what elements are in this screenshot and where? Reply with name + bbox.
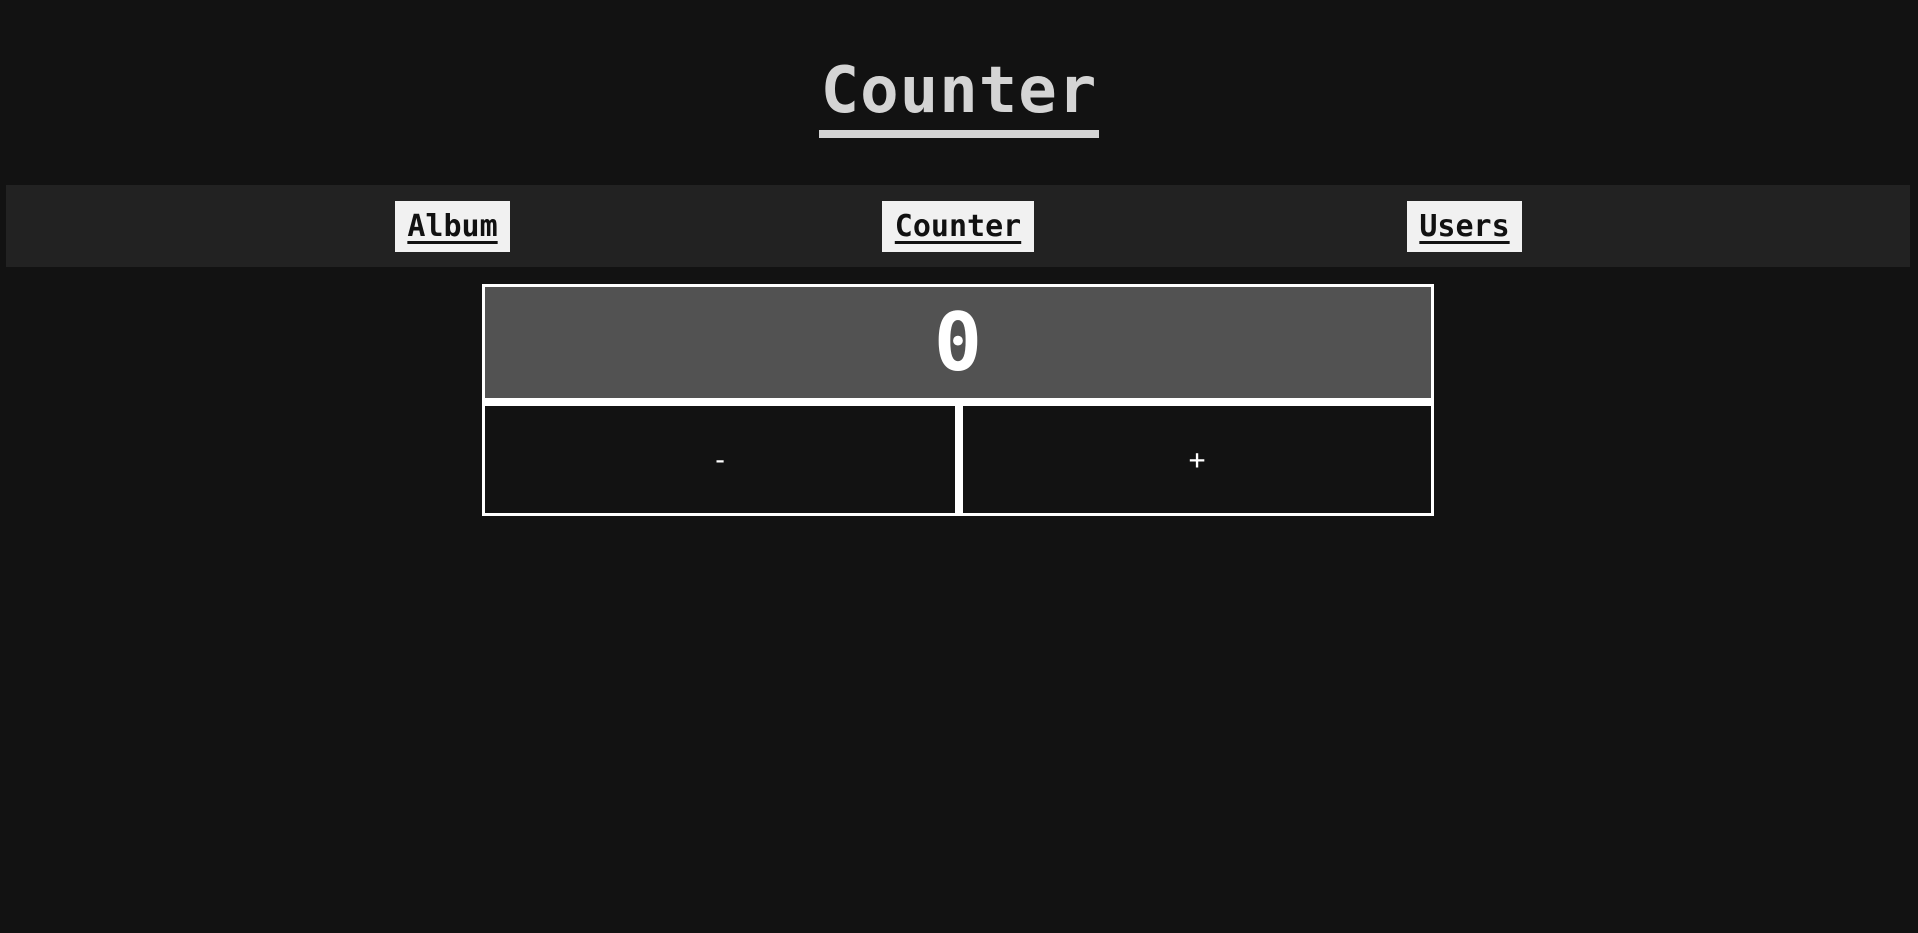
nav-bar: Album Counter Users bbox=[6, 185, 1910, 267]
nav-link-album[interactable]: Album bbox=[395, 201, 510, 252]
counter-value: 0 bbox=[485, 287, 1431, 398]
nav-link-counter[interactable]: Counter bbox=[882, 201, 1034, 252]
nav-link-users[interactable]: Users bbox=[1407, 201, 1522, 252]
page-title: Counter bbox=[818, 56, 1100, 138]
counter-widget: 0 - + bbox=[482, 284, 1434, 516]
header: Counter bbox=[0, 56, 1918, 138]
decrement-button[interactable]: - bbox=[485, 406, 955, 513]
increment-button[interactable]: + bbox=[963, 406, 1431, 513]
